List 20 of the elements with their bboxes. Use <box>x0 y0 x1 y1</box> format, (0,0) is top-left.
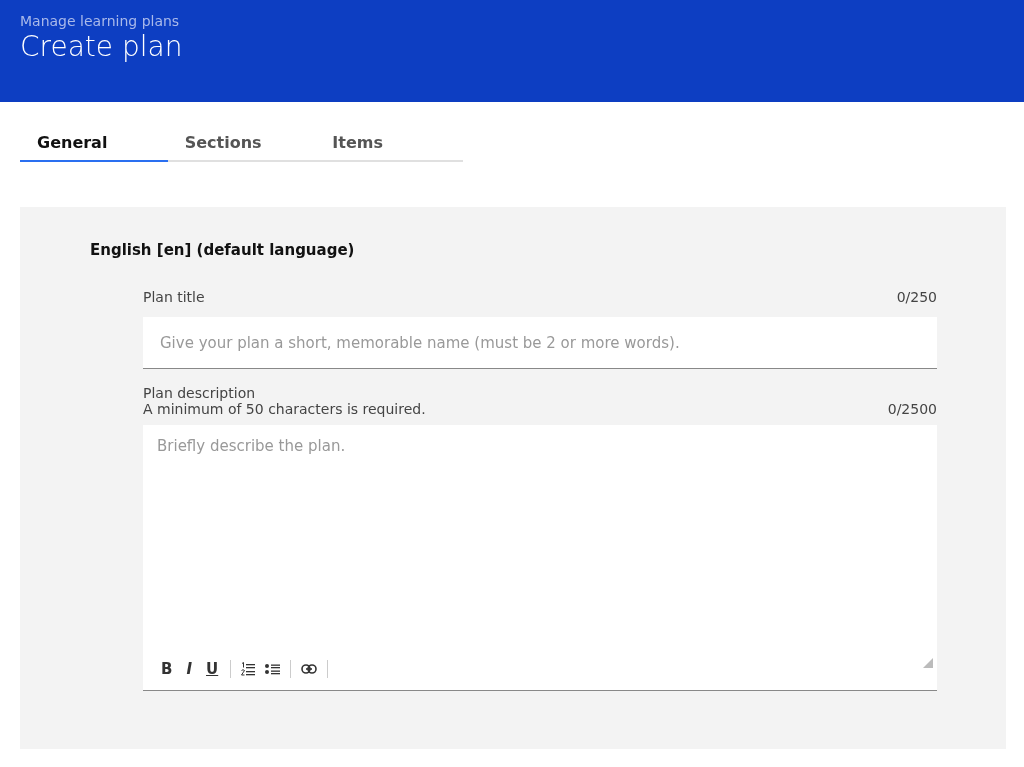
character-counter: 0/2500 <box>887 401 937 417</box>
character-counter: 0/250 <box>896 289 937 305</box>
format-button[interactable]: I <box>184 660 195 678</box>
field-hint: A minimum of 50 characters is required. <box>143 401 426 417</box>
link-icon[interactable] <box>301 664 318 674</box>
tab[interactable]: Items <box>315 126 463 162</box>
page-title: Create plan <box>20 30 183 64</box>
tab[interactable]: General <box>20 126 168 162</box>
language-heading: English [en] (default language) <box>90 241 356 259</box>
text-editor[interactable]: Briefly describe the plan. B I U <box>143 425 937 691</box>
breadcrumb: Manage learning plans <box>20 12 180 30</box>
input-field[interactable]: Give your plan a short, memorable name (must be 2 or more words). <box>143 317 937 369</box>
resize-handle[interactable] <box>923 658 933 668</box>
tab[interactable]: Sections <box>167 126 316 162</box>
bullet-list-icon[interactable] <box>265 663 281 675</box>
format-button[interactable]: B <box>159 660 175 678</box>
field-label: Plan description <box>143 385 257 401</box>
numbered-list-icon[interactable] <box>241 662 256 676</box>
field-label: Plan title <box>143 289 205 305</box>
format-button[interactable]: U <box>204 660 221 678</box>
